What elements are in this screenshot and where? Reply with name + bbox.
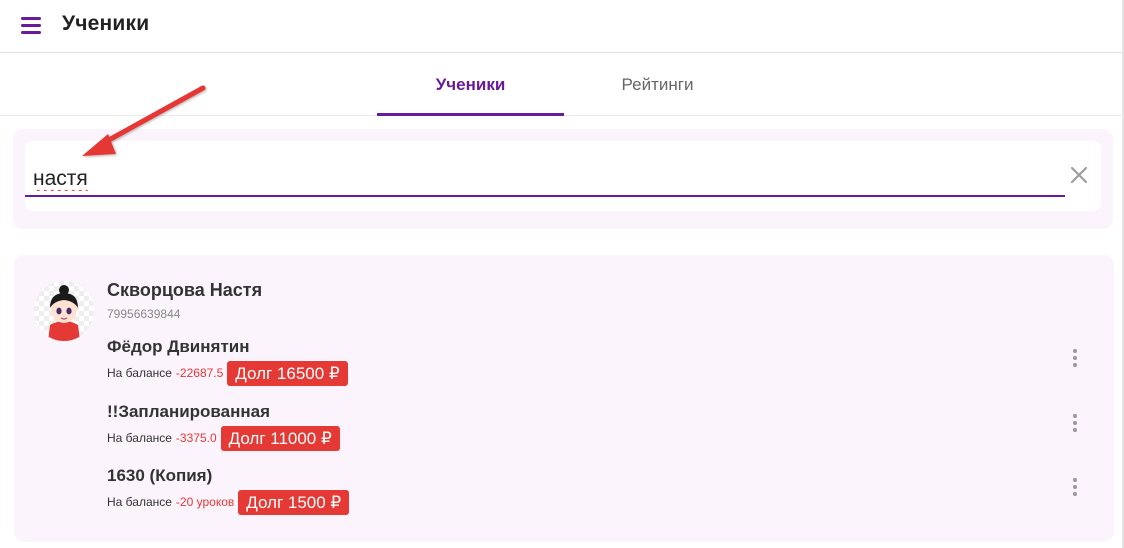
more-vert-icon[interactable]	[1065, 349, 1085, 373]
group-item: !!Запланированная На балансе -3375.0 Дол…	[107, 402, 1097, 460]
tab-bar: Ученики Рейтинги	[0, 54, 1124, 116]
debt-badge: Долг 1500 ₽	[238, 489, 350, 515]
student-name: Скворцова Настя	[107, 280, 263, 300]
group-name: !!Запланированная	[107, 402, 271, 421]
student-phone: 79956639844	[107, 307, 181, 321]
search-panel	[13, 129, 1113, 229]
group-item: 1630 (Копия) На балансе -20 уроков Долг …	[107, 466, 1097, 524]
group-name: 1630 (Копия)	[107, 466, 213, 485]
balance-value: -22687.5	[175, 366, 224, 380]
more-vert-icon[interactable]	[1065, 478, 1085, 502]
balance-label: На балансе	[107, 431, 172, 445]
balance-label: На балансе	[107, 495, 172, 509]
debt-badge: Долг 11000 ₽	[220, 425, 340, 451]
balance-row: На балансе -3375.0 Долг 11000 ₽	[107, 425, 340, 451]
tab-students[interactable]: Ученики	[377, 54, 564, 116]
tab-ratings[interactable]: Рейтинги	[564, 54, 751, 116]
more-vert-icon[interactable]	[1065, 414, 1085, 438]
debt-badge: Долг 16500 ₽	[227, 360, 348, 386]
search-box	[25, 141, 1101, 211]
balance-value: -20 уроков	[175, 495, 235, 509]
close-icon[interactable]	[1067, 163, 1091, 187]
group-item: Фёдор Двинятин На балансе -22687.5 Долг …	[107, 337, 1097, 395]
balance-label: На балансе	[107, 366, 172, 380]
top-bar: Ученики	[0, 0, 1124, 53]
balance-row: На балансе -20 уроков Долг 1500 ₽	[107, 489, 350, 515]
search-input[interactable]	[25, 159, 1065, 197]
balance-row: На балансе -22687.5 Долг 16500 ₽	[107, 360, 348, 386]
avatar	[34, 281, 94, 341]
student-card[interactable]: Скворцова Настя 79956639844 Фёдор Двинят…	[14, 255, 1114, 542]
balance-value: -3375.0	[175, 431, 217, 445]
hamburger-menu-icon[interactable]	[21, 17, 43, 35]
group-name: Фёдор Двинятин	[107, 337, 250, 356]
page-title: Ученики	[62, 12, 150, 35]
